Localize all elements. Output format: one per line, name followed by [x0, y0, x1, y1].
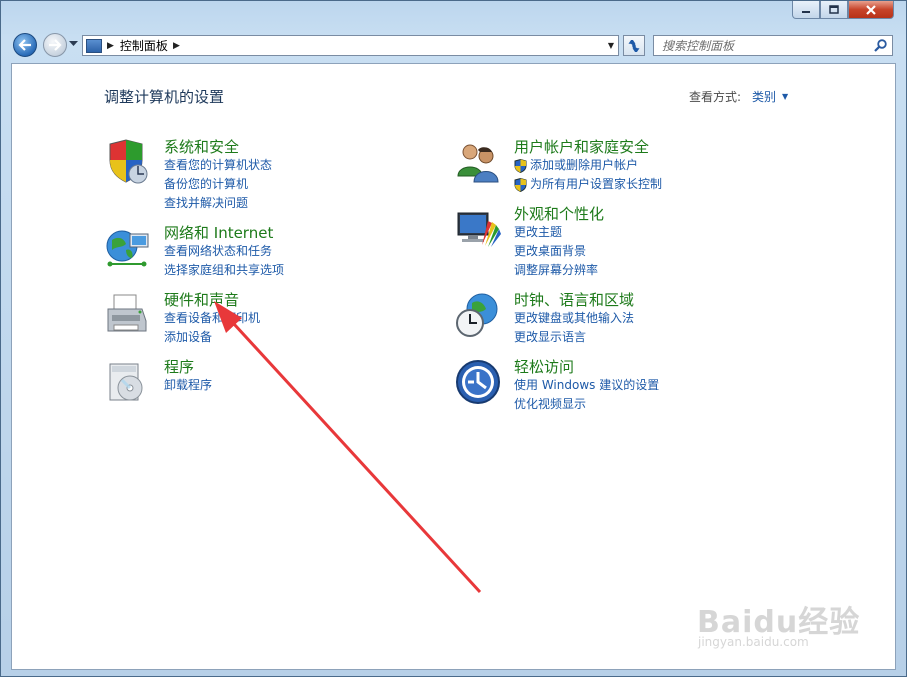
search-input[interactable]: [654, 35, 874, 56]
address-dropdown-icon[interactable]: ▼: [608, 41, 614, 50]
content-pane: 调整计算机的设置 查看方式: 类别 ▼ 系统和安全 查看您的计算机状态 备份您的…: [11, 63, 896, 670]
control-panel-window: ▶ 控制面板 ▶ ▼ 调整计算机的设置 查看方式: 类别 ▼: [0, 0, 907, 677]
minimize-icon: [802, 10, 810, 13]
category-body: 硬件和声音 查看设备和打印机 添加设备: [164, 291, 260, 347]
link-change-keyboards[interactable]: 更改键盘或其他输入法: [514, 309, 634, 328]
link-add-remove-user-label[interactable]: 添加或删除用户帐户: [530, 156, 638, 175]
printer-icon: [107, 294, 147, 332]
network-globe-icon: [106, 230, 149, 267]
search-icon[interactable]: [874, 39, 887, 52]
category-title-network-internet[interactable]: 网络和 Internet: [164, 224, 284, 242]
link-network-status[interactable]: 查看网络状态和任务: [164, 242, 284, 261]
link-parental-controls[interactable]: 为所有用户设置家长控制: [514, 175, 662, 194]
category-body: 程序 卸载程序: [164, 358, 212, 395]
address-bar[interactable]: ▶ 控制面板 ▶ ▼: [82, 35, 619, 56]
link-change-display-language[interactable]: 更改显示语言: [514, 328, 634, 347]
recent-pages-dropdown-icon[interactable]: [69, 41, 78, 47]
uac-shield-icon: [514, 158, 527, 173]
link-recommended-settings[interactable]: 使用 Windows 建议的设置: [514, 376, 659, 395]
arrow-right-icon: [49, 39, 62, 51]
view-by-dropdown[interactable]: 类别 ▼: [752, 88, 788, 105]
maximize-icon: [829, 5, 839, 14]
link-backup-computer[interactable]: 备份您的计算机: [164, 175, 272, 194]
view-by-value[interactable]: 类别: [752, 88, 776, 105]
category-title-clock-language-region[interactable]: 时钟、语言和区域: [514, 291, 634, 309]
link-change-theme[interactable]: 更改主题: [514, 223, 604, 242]
category-body: 用户帐户和家庭安全 添加或删除用户帐户 为所有用户设置家长控制: [514, 138, 662, 194]
link-uninstall-program[interactable]: 卸载程序: [164, 376, 212, 395]
link-parental-controls-label[interactable]: 为所有用户设置家长控制: [530, 175, 662, 194]
programs-disc-icon: [109, 363, 143, 401]
link-screen-resolution[interactable]: 调整屏幕分辨率: [514, 261, 604, 280]
link-optimize-visual-display[interactable]: 优化视频显示: [514, 395, 659, 414]
category-body: 时钟、语言和区域 更改键盘或其他输入法 更改显示语言: [514, 291, 634, 347]
link-troubleshoot[interactable]: 查找并解决问题: [164, 194, 272, 213]
forward-button[interactable]: [43, 33, 67, 57]
maximize-button[interactable]: [820, 1, 848, 19]
uac-shield-icon: [514, 177, 527, 192]
category-title-user-accounts[interactable]: 用户帐户和家庭安全: [514, 138, 662, 156]
monitor-palette-icon: [457, 212, 501, 247]
caption-buttons: [792, 1, 894, 19]
close-icon: [866, 4, 876, 15]
link-devices-printers[interactable]: 查看设备和打印机: [164, 309, 260, 328]
baidu-watermark: Baidu经验 jingyan.baidu.com: [697, 597, 860, 649]
category-title-appearance[interactable]: 外观和个性化: [514, 205, 604, 223]
link-view-computer-status[interactable]: 查看您的计算机状态: [164, 156, 272, 175]
category-body: 外观和个性化 更改主题 更改桌面背景 调整屏幕分辨率: [514, 205, 604, 280]
refresh-icon: [628, 39, 640, 52]
category-title-ease-of-access[interactable]: 轻松访问: [514, 358, 659, 376]
watermark-site: jingyan.baidu.com: [698, 635, 809, 649]
link-add-remove-user[interactable]: 添加或删除用户帐户: [514, 156, 662, 175]
category-title-system-security[interactable]: 系统和安全: [164, 138, 272, 156]
back-button[interactable]: [13, 33, 37, 57]
breadcrumb-control-panel[interactable]: 控制面板: [120, 37, 168, 54]
ease-of-access-icon: [456, 360, 500, 404]
breadcrumb-arrow-icon[interactable]: ▶: [173, 41, 180, 51]
link-homegroup-sharing[interactable]: 选择家庭组和共享选项: [164, 261, 284, 280]
close-button[interactable]: [848, 1, 894, 19]
category-title-programs[interactable]: 程序: [164, 358, 212, 376]
category-body: 系统和安全 查看您的计算机状态 备份您的计算机 查找并解决问题: [164, 138, 272, 213]
chevron-down-icon[interactable]: ▼: [782, 92, 788, 101]
clock-globe-icon: [456, 293, 498, 337]
link-change-wallpaper[interactable]: 更改桌面背景: [514, 242, 604, 261]
users-icon: [457, 144, 499, 183]
minimize-button[interactable]: [792, 1, 820, 19]
category-body: 网络和 Internet 查看网络状态和任务 选择家庭组和共享选项: [164, 224, 284, 280]
search-box: [653, 35, 893, 56]
category-title-hardware-sound[interactable]: 硬件和声音: [164, 291, 260, 309]
category-body: 轻松访问 使用 Windows 建议的设置 优化视频显示: [514, 358, 659, 414]
control-panel-icon: [86, 38, 102, 53]
page-title: 调整计算机的设置: [104, 88, 225, 106]
arrow-left-icon: [18, 39, 31, 51]
view-by-label: 查看方式:: [689, 90, 742, 104]
breadcrumb-arrow-icon[interactable]: ▶: [107, 41, 114, 51]
refresh-button[interactable]: [623, 35, 645, 56]
shield-icon: [109, 139, 148, 184]
link-add-device[interactable]: 添加设备: [164, 328, 260, 347]
